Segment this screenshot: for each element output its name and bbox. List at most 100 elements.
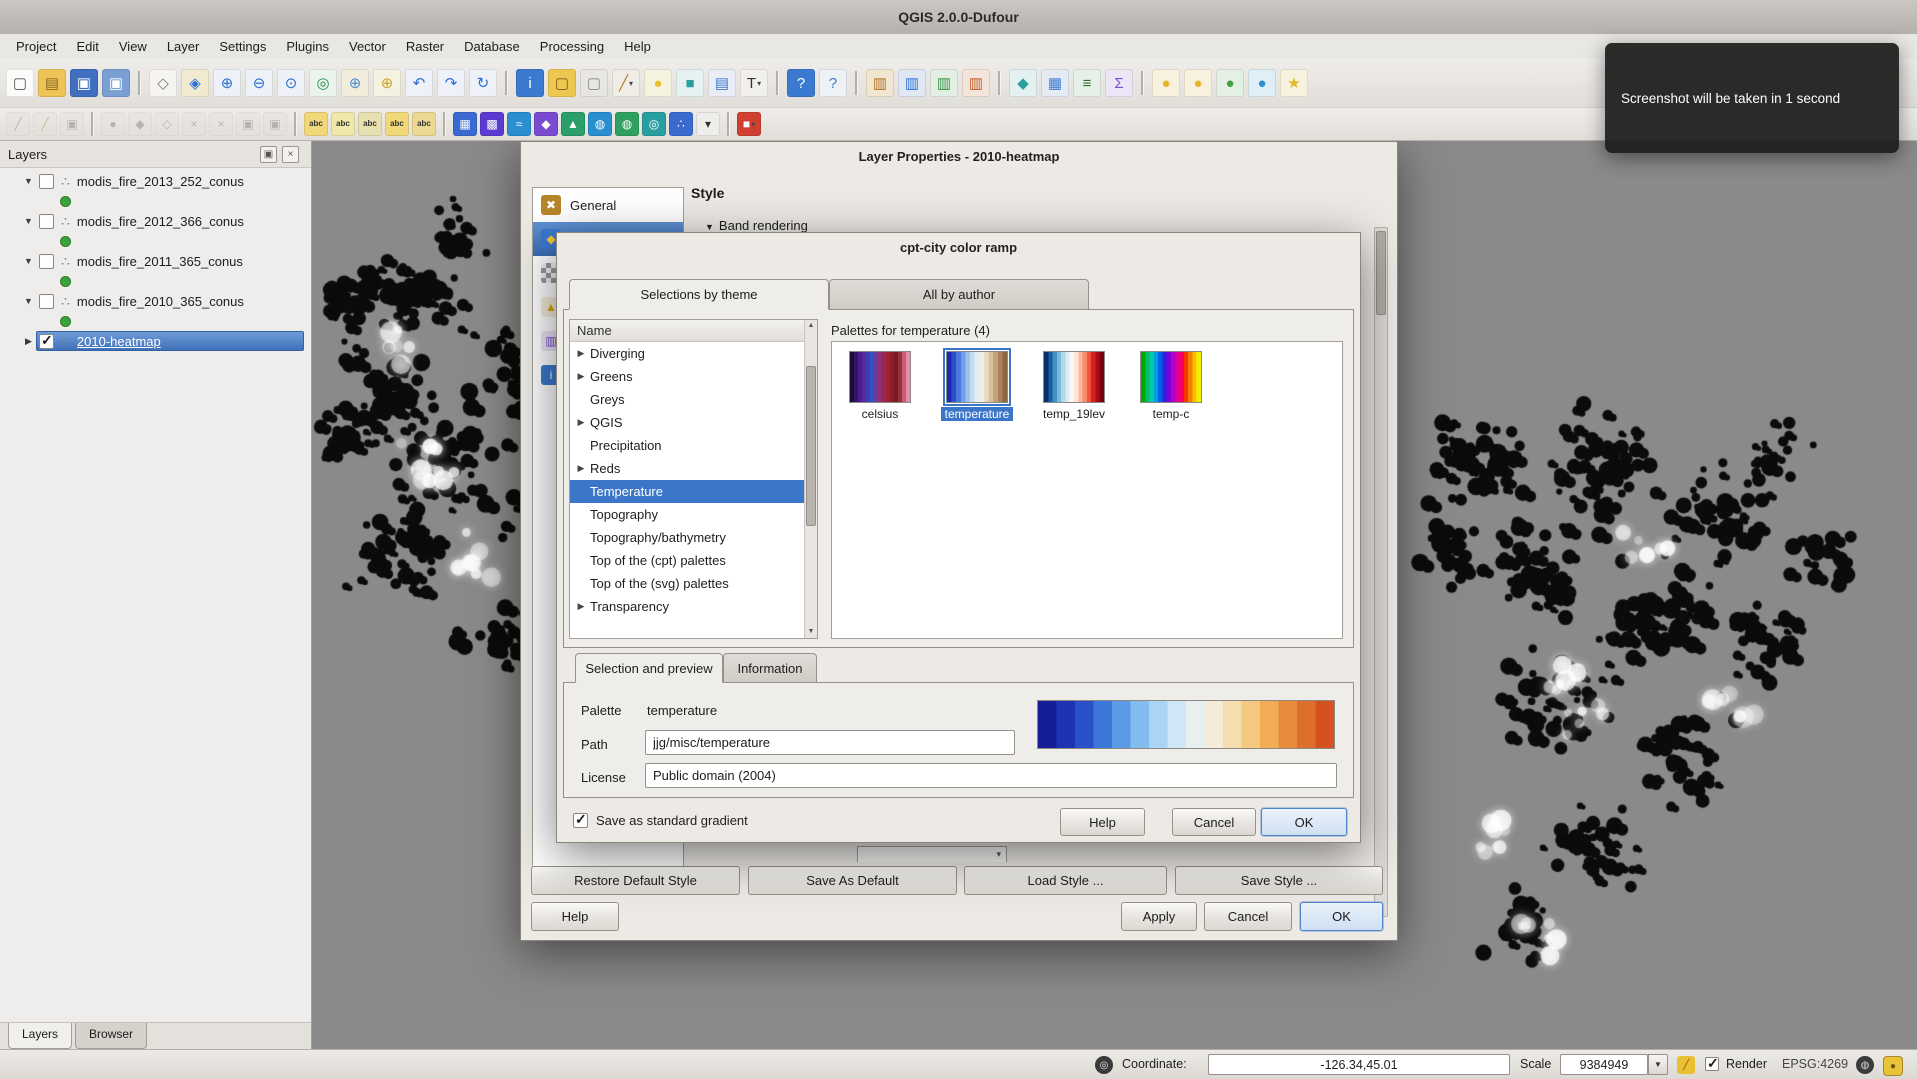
cancel-button[interactable]: Cancel	[1204, 902, 1292, 931]
expand-icon[interactable]: ▶	[575, 601, 587, 612]
whats-this-icon[interactable]: ?	[819, 69, 847, 97]
terrain-tool-icon[interactable]: ▲	[561, 112, 585, 136]
menu-vector[interactable]: Vector	[339, 36, 396, 57]
menu-view[interactable]: View	[109, 36, 157, 57]
zoom-full-icon[interactable]: ◎	[309, 69, 337, 97]
change-label-icon[interactable]: ▥	[962, 69, 990, 97]
show-bookmarks-icon[interactable]: ▤	[708, 69, 736, 97]
coordinate-capture-icon[interactable]: ◎	[1095, 1056, 1113, 1074]
layer-row[interactable]: ▼∴modis_fire_2012_366_conus	[0, 210, 310, 232]
tree-item[interactable]: ▶Reds	[570, 457, 817, 480]
plugin-circle-1-icon[interactable]: ●	[1152, 69, 1180, 97]
crs-status-icon[interactable]: ◍	[1856, 1056, 1874, 1074]
map-decoration-icon[interactable]: ◆	[1009, 69, 1037, 97]
layer-row[interactable]: ▼∴modis_fire_2013_252_conus	[0, 170, 310, 192]
plugin-circle-4-icon[interactable]: ●	[1248, 69, 1276, 97]
path-input[interactable]	[645, 730, 1015, 755]
palette-temperature[interactable]: temperature	[945, 351, 1009, 421]
tree-item[interactable]: Topography	[570, 503, 817, 526]
plugin-star-icon[interactable]: ★	[1280, 69, 1308, 97]
zoom-out-icon[interactable]: ⊖	[245, 69, 273, 97]
open-project-icon[interactable]: ▤	[38, 69, 66, 97]
tree-item[interactable]: Topography/bathymetry	[570, 526, 817, 549]
menu-help[interactable]: Help	[614, 36, 661, 57]
layer-row[interactable]: ▶∴2010-heatmap	[0, 330, 310, 352]
measure-icon[interactable]: ╱▾	[612, 69, 640, 97]
dropdown-arrow-icon[interactable]: ▾	[629, 79, 633, 88]
tree-item[interactable]: Temperature	[570, 480, 817, 503]
save-gradient-checkbox[interactable]	[573, 813, 588, 828]
save-style-button[interactable]: Save Style ...	[1175, 866, 1383, 895]
dropdown-arrow-icon[interactable]: ▾	[757, 79, 761, 88]
close-panel-icon[interactable]: ×	[282, 146, 299, 163]
layer-row[interactable]: ▼∴modis_fire_2010_365_conus	[0, 290, 310, 312]
menu-project[interactable]: Project	[6, 36, 66, 57]
dropdown-arrow-icon[interactable]: ▾	[751, 120, 755, 129]
stop-render-icon[interactable]: ╱	[1677, 1056, 1695, 1074]
globe-tool-icon[interactable]: ◍	[588, 112, 612, 136]
menu-layer[interactable]: Layer	[157, 36, 210, 57]
label-pin-icon[interactable]: abc	[304, 112, 328, 136]
cancel-button[interactable]: Cancel	[1172, 808, 1256, 836]
ok-button[interactable]: OK	[1261, 808, 1347, 836]
layer-row[interactable]: ▼∴modis_fire_2011_365_conus	[0, 250, 310, 272]
sphere-tool-icon[interactable]: ◍	[615, 112, 639, 136]
save-project-as-icon[interactable]: ▣	[102, 69, 130, 97]
scrollbar[interactable]	[1374, 227, 1388, 917]
expand-icon[interactable]: ▶	[575, 463, 587, 474]
tree-item[interactable]: ▶Diverging	[570, 342, 817, 365]
zoom-last-icon[interactable]: ↶	[405, 69, 433, 97]
palette-temp_19lev[interactable]: temp_19lev	[1042, 351, 1106, 421]
scrollbar[interactable]: ▲ ▼	[804, 320, 817, 638]
scrollbar-thumb[interactable]	[806, 366, 816, 526]
menu-database[interactable]: Database	[454, 36, 530, 57]
expand-icon[interactable]: ▶	[575, 348, 587, 359]
move-label-icon[interactable]: ▥	[898, 69, 926, 97]
identify-features-icon[interactable]: i	[516, 69, 544, 97]
collapse-icon[interactable]: ▼	[22, 216, 35, 226]
scale-dropdown-icon[interactable]: ▼	[1648, 1054, 1668, 1075]
map-refresh-icon[interactable]: ↻	[469, 69, 497, 97]
layer-visibility-checkbox[interactable]	[39, 254, 54, 269]
restore-default-style-button[interactable]: Restore Default Style	[531, 866, 740, 895]
band-rendering-section[interactable]: ▼Band rendering	[705, 218, 808, 233]
save-as-default-button[interactable]: Save As Default	[748, 866, 957, 895]
label-move-icon[interactable]: abc	[358, 112, 382, 136]
plugin-circle-2-icon[interactable]: ●	[1184, 69, 1212, 97]
zoom-to-layer-icon[interactable]: ⊕	[341, 69, 369, 97]
new-bookmark-icon[interactable]: ■	[676, 69, 704, 97]
scale-input[interactable]	[1560, 1054, 1648, 1075]
tab-selection-and-preview[interactable]: Selection and preview	[575, 653, 723, 683]
map-tips-icon[interactable]: ●	[644, 69, 672, 97]
tree-item[interactable]: ▶Greens	[570, 365, 817, 388]
label-properties-icon[interactable]: abc	[412, 112, 436, 136]
label-rotate-icon[interactable]: abc	[385, 112, 409, 136]
raster-calculator-icon[interactable]: Σ	[1105, 69, 1133, 97]
scroll-down-icon[interactable]: ▼	[805, 626, 817, 638]
layer-visibility-checkbox[interactable]	[39, 334, 54, 349]
menu-settings[interactable]: Settings	[209, 36, 276, 57]
menu-raster[interactable]: Raster	[396, 36, 454, 57]
zoom-in-icon[interactable]: ⊕	[213, 69, 241, 97]
tab-browser[interactable]: Browser	[75, 1023, 147, 1049]
overview-panel-icon[interactable]: ▦	[1041, 69, 1069, 97]
help-button[interactable]: Help	[531, 902, 619, 931]
select-features-icon[interactable]: ▢	[548, 69, 576, 97]
scroll-up-icon[interactable]: ▲	[805, 320, 817, 332]
collapse-icon[interactable]: ▼	[22, 256, 35, 266]
save-project-icon[interactable]: ▣	[70, 69, 98, 97]
expand-icon[interactable]: ▶	[575, 417, 587, 428]
load-style-button[interactable]: Load Style ...	[964, 866, 1167, 895]
new-project-icon[interactable]: ▢	[6, 69, 34, 97]
ok-button[interactable]: OK	[1300, 902, 1383, 931]
license-input[interactable]	[645, 763, 1337, 788]
zoom-to-selection-icon[interactable]: ⊕	[373, 69, 401, 97]
python-console-icon[interactable]: ≡	[1073, 69, 1101, 97]
epsg-status[interactable]: EPSG:4269	[1782, 1057, 1848, 1071]
zoom-actual-icon[interactable]: ⊙	[277, 69, 305, 97]
palette-celsius[interactable]: celsius	[848, 351, 912, 421]
tree-item[interactable]: ▶Transparency	[570, 595, 817, 618]
expand-icon[interactable]: ▶	[22, 336, 35, 347]
menu-processing[interactable]: Processing	[530, 36, 614, 57]
float-panel-icon[interactable]: ▣	[260, 146, 277, 163]
